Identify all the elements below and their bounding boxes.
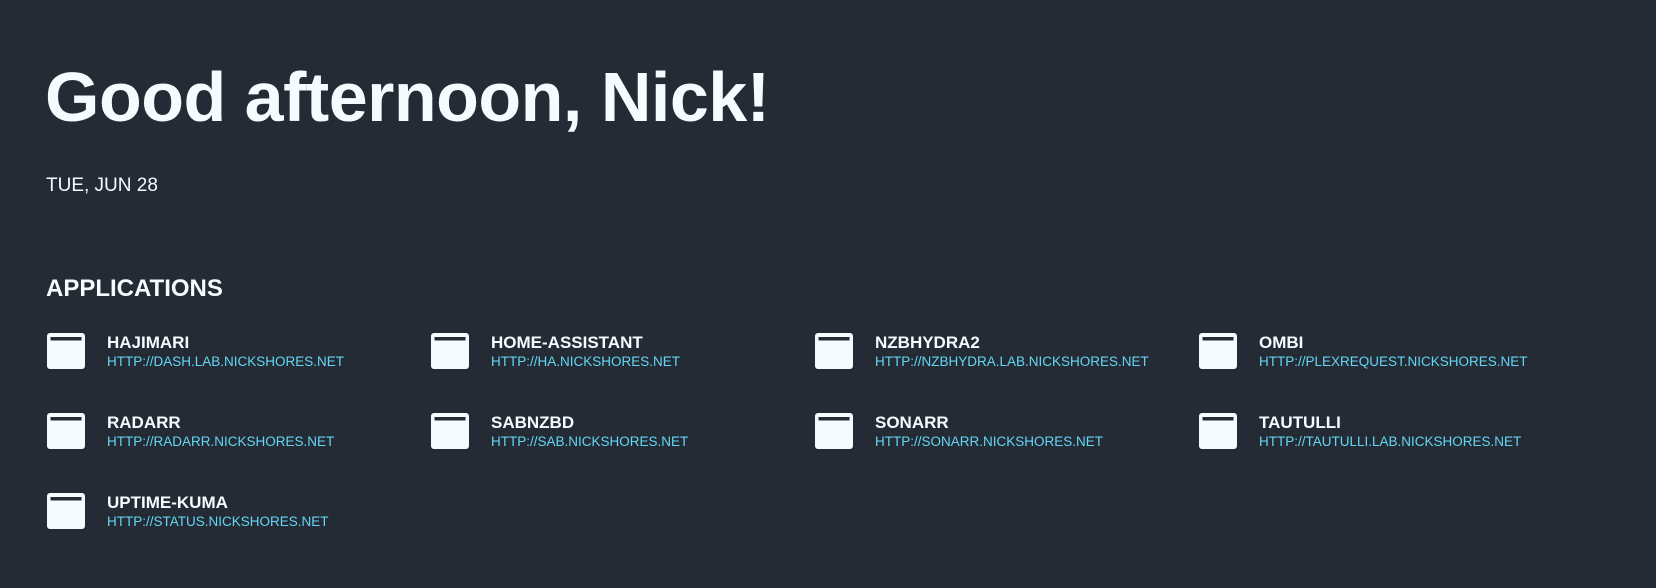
app-link-tautulli[interactable]: TAUTULLI HTTP://TAUTULLI.LAB.NICKSHORES.… [1198,412,1582,456]
dashboard-page: { "greeting": "Good afternoon, Nick!", "… [0,0,1656,588]
app-url: HTTP://PLEXREQUEST.NICKSHORES.NET [1259,354,1528,369]
app-name: SABNZBD [491,413,575,432]
application-window-icon [815,413,853,449]
app-url: HTTP://STATUS.NICKSHORES.NET [107,514,329,529]
app-url: HTTP://RADARR.NICKSHORES.NET [107,434,335,449]
current-date: TUE, JUN 28 [46,175,158,196]
app-link-home-assistant[interactable]: HOME-ASSISTANT HTTP://HA.NICKSHORES.NET [430,332,814,376]
app-name: TAUTULLI [1259,413,1341,432]
app-url: HTTP://NZBHYDRA.LAB.NICKSHORES.NET [875,354,1149,369]
application-window-icon [47,333,85,369]
app-link-sonarr[interactable]: SONARR HTTP://SONARR.NICKSHORES.NET [814,412,1198,456]
app-text-group: OMBI HTTP://PLEXREQUEST.NICKSHORES.NET [1259,332,1528,370]
app-text-group: SONARR HTTP://SONARR.NICKSHORES.NET [875,412,1103,450]
app-url: HTTP://DASH.LAB.NICKSHORES.NET [107,354,345,369]
application-window-icon [47,413,85,449]
app-text-group: TAUTULLI HTTP://TAUTULLI.LAB.NICKSHORES.… [1259,412,1521,450]
application-window-icon [431,333,469,369]
app-link-sabnzbd[interactable]: SABNZBD HTTP://SAB.NICKSHORES.NET [430,412,814,456]
application-window-icon [1199,333,1237,369]
app-name: SONARR [875,413,949,432]
app-text-group: HOME-ASSISTANT HTTP://HA.NICKSHORES.NET [491,332,680,370]
app-name: HAJIMARI [107,333,190,352]
app-name: HOME-ASSISTANT [491,333,643,352]
app-text-group: SABNZBD HTTP://SAB.NICKSHORES.NET [491,412,688,450]
app-text-group: RADARR HTTP://RADARR.NICKSHORES.NET [107,412,334,450]
applications-grid: HAJIMARI HTTP://DASH.LAB.NICKSHORES.NET … [46,332,1582,536]
app-text-group: NZBHYDRA2 HTTP://NZBHYDRA.LAB.NICKSHORES… [875,332,1149,370]
greeting-title: Good afternoon, Nick! [45,58,770,136]
app-url: HTTP://SONARR.NICKSHORES.NET [875,434,1104,449]
application-window-icon [815,333,853,369]
application-window-icon [431,413,469,449]
app-text-group: UPTIME-KUMA HTTP://STATUS.NICKSHORES.NET [107,492,329,530]
app-text-group: HAJIMARI HTTP://DASH.LAB.NICKSHORES.NET [107,332,344,370]
app-link-hajimari[interactable]: HAJIMARI HTTP://DASH.LAB.NICKSHORES.NET [46,332,430,376]
app-name: NZBHYDRA2 [875,333,980,352]
app-link-uptime-kuma[interactable]: UPTIME-KUMA HTTP://STATUS.NICKSHORES.NET [46,492,430,536]
app-link-ombi[interactable]: OMBI HTTP://PLEXREQUEST.NICKSHORES.NET [1198,332,1582,376]
application-window-icon [1199,413,1237,449]
app-url: HTTP://HA.NICKSHORES.NET [491,354,681,369]
app-name: RADARR [107,413,181,432]
app-link-nzbhydra2[interactable]: NZBHYDRA2 HTTP://NZBHYDRA.LAB.NICKSHORES… [814,332,1198,376]
application-window-icon [47,493,85,529]
app-link-radarr[interactable]: RADARR HTTP://RADARR.NICKSHORES.NET [46,412,430,456]
applications-heading: APPLICATIONS [46,275,223,302]
app-name: UPTIME-KUMA [107,493,228,512]
app-url: HTTP://TAUTULLI.LAB.NICKSHORES.NET [1259,434,1522,449]
app-url: HTTP://SAB.NICKSHORES.NET [491,434,689,449]
app-name: OMBI [1259,333,1304,352]
